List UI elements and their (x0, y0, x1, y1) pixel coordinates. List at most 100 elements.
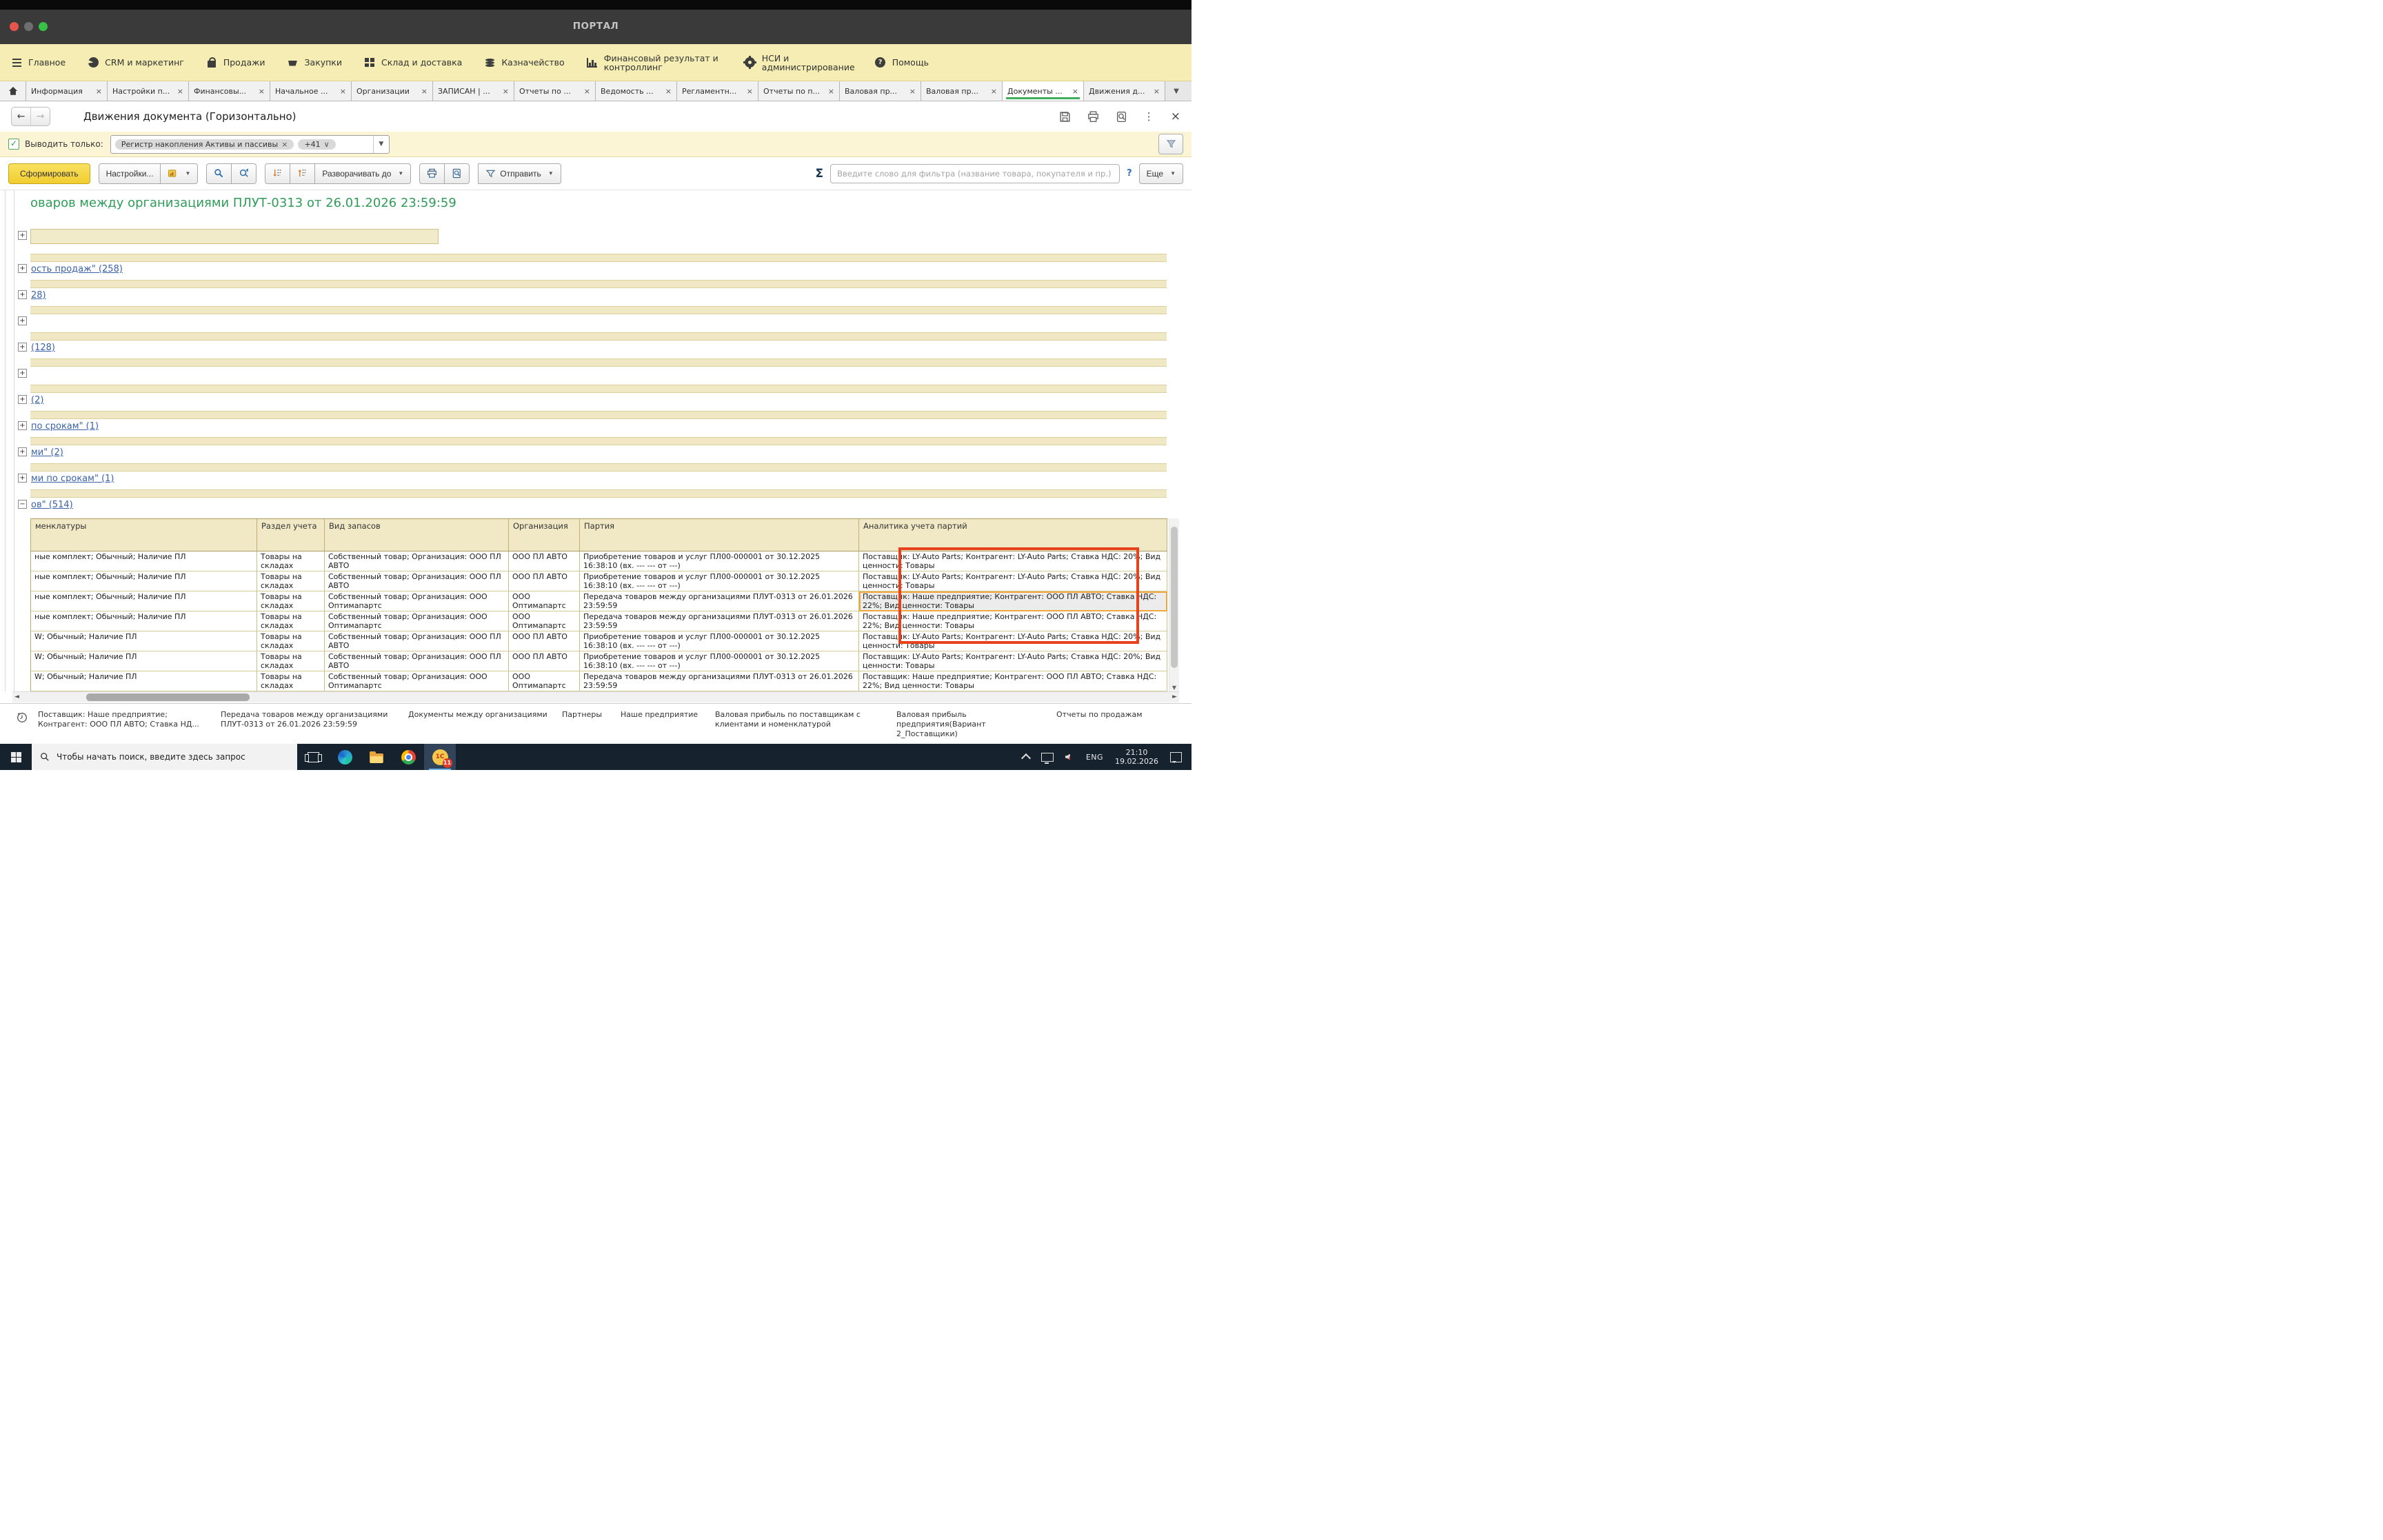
collapse-groups-button[interactable] (265, 163, 290, 184)
table-row[interactable]: ные комплект; Обычный; Наличие ПЛТовары … (31, 591, 1167, 611)
scroll-down-icon[interactable]: ▼ (1169, 685, 1179, 691)
print-preview-icon[interactable] (1116, 111, 1127, 123)
scroll-left-icon[interactable]: ◄ (14, 693, 19, 700)
menu-item-8[interactable]: НСИ и администрирование (745, 54, 853, 72)
tab-6[interactable]: ЗАПИСАН | ...× (433, 81, 514, 101)
tab-close-icon[interactable]: × (665, 87, 672, 96)
tab-3[interactable]: Финансовы...× (189, 81, 270, 101)
quick-filter-input[interactable]: Введите слово для фильтра (название това… (830, 164, 1120, 183)
table-row[interactable]: W; Обычный; Наличие ПЛТовары на складахС… (31, 651, 1167, 671)
tab-close-icon[interactable]: × (177, 87, 183, 96)
tree-link[interactable]: (128) (31, 343, 55, 353)
tab-1[interactable]: Информация× (26, 81, 108, 101)
more-registers-chevron-icon[interactable]: ∨ (324, 140, 330, 149)
back-button[interactable]: ← (12, 108, 31, 125)
tree-expander[interactable]: + (18, 290, 27, 299)
tab-2[interactable]: Настройки п...× (108, 81, 189, 101)
print-icon[interactable] (1087, 111, 1099, 123)
tree-link[interactable]: (2) (31, 395, 43, 405)
history-item[interactable]: Наше предприятие (621, 710, 703, 720)
help-button[interactable]: ? (1127, 168, 1132, 179)
chrome-button[interactable] (392, 744, 424, 770)
tab-9[interactable]: Регламентн...× (677, 81, 758, 101)
register-chip-close-icon[interactable]: × (281, 140, 288, 149)
tree-expander[interactable]: + (18, 421, 27, 430)
tree-expander[interactable]: + (18, 395, 27, 404)
tree-expander[interactable]: + (18, 474, 27, 483)
table-row[interactable]: W; Обычный; Наличие ПЛТовары на складахС… (31, 671, 1167, 691)
task-view-button[interactable] (297, 744, 329, 770)
settings-button[interactable]: Настройки... (99, 163, 161, 184)
tab-13[interactable]: Документы ...× (1003, 81, 1084, 101)
menu-item-4[interactable]: Закупки (288, 57, 342, 68)
tab-12[interactable]: Валовая пр...× (921, 81, 1003, 101)
close-form-icon[interactable]: × (1171, 111, 1180, 123)
menu-item-9[interactable]: ?Помощь (875, 57, 929, 68)
menu-item-3[interactable]: Продажи (206, 57, 265, 68)
tab-14[interactable]: Движения д...× (1084, 81, 1165, 101)
autosum-button[interactable]: Σ (815, 167, 823, 181)
tab-close-icon[interactable]: × (747, 87, 753, 96)
tray-clock[interactable]: 21:10 19.02.2026 (1115, 748, 1158, 766)
tray-expand-icon[interactable] (1021, 753, 1031, 763)
more-menu-icon[interactable]: ⋮ (1144, 110, 1154, 123)
expand-groups-button[interactable] (290, 163, 315, 184)
more-actions-button[interactable]: Еще▼ (1139, 163, 1183, 184)
table-row[interactable]: ные комплект; Обычный; Наличие ПЛТовары … (31, 571, 1167, 591)
history-item[interactable]: Валовая прибыль по поставщикам с клиента… (715, 710, 881, 729)
report-variants-button[interactable]: ▼ (160, 163, 198, 184)
tab-4[interactable]: Начальное ...× (270, 81, 352, 101)
tab-close-icon[interactable]: × (991, 87, 997, 96)
tree-link[interactable]: ми по срокам" (1) (31, 474, 114, 484)
history-item[interactable]: Партнеры (562, 710, 614, 720)
tab-close-icon[interactable]: × (259, 87, 265, 96)
tree-expander[interactable]: + (18, 316, 27, 325)
tab-5[interactable]: Организации× (352, 81, 433, 101)
action-center-icon[interactable] (1170, 752, 1182, 762)
history-item[interactable]: Передача товаров между организациями ПЛУ… (221, 710, 393, 729)
tab-home[interactable] (0, 81, 26, 101)
tab-close-icon[interactable]: × (1072, 87, 1078, 96)
scroll-right-icon[interactable]: ► (1172, 693, 1177, 700)
network-icon[interactable] (1041, 753, 1054, 762)
language-indicator[interactable]: ENG (1086, 753, 1103, 762)
register-chip[interactable]: Регистр накопления Активы и пассивы × (115, 139, 294, 150)
tree-link[interactable]: ов" (514) (31, 500, 73, 510)
onec-app-button[interactable]: 1С 11 (424, 744, 456, 770)
tab-8[interactable]: Ведомость ...× (596, 81, 677, 101)
forward-button[interactable]: → (31, 108, 50, 125)
vertical-scrollbar-thumb[interactable] (1171, 527, 1178, 668)
tab-close-icon[interactable]: × (909, 87, 916, 96)
taskbar-search[interactable]: Чтобы начать поиск, введите здесь запрос (32, 744, 297, 770)
menu-item-6[interactable]: Казначейство (484, 57, 564, 68)
tab-10[interactable]: Отчеты по п...× (758, 81, 840, 101)
tree-expander[interactable]: + (18, 264, 27, 273)
tree-link[interactable]: ми" (2) (31, 447, 63, 458)
expand-to-button[interactable]: Разворачивать до▼ (314, 163, 411, 184)
vertical-scrollbar[interactable]: ▼ (1169, 518, 1179, 691)
tree-link[interactable]: ость продаж" (258) (31, 264, 123, 274)
edge-button[interactable] (329, 744, 361, 770)
table-row[interactable]: W; Обычный; Наличие ПЛТовары на складахС… (31, 631, 1167, 651)
tabs-overflow-button[interactable]: ▼ (1165, 81, 1187, 101)
tab-close-icon[interactable]: × (828, 87, 834, 96)
start-button[interactable] (0, 744, 32, 770)
menu-item-2[interactable]: CRM и маркетинг (88, 57, 184, 68)
preview-button[interactable] (444, 163, 470, 184)
horizontal-scrollbar-thumb[interactable] (86, 693, 250, 701)
tab-close-icon[interactable]: × (584, 87, 590, 96)
find-button[interactable] (206, 163, 232, 184)
tab-close-icon[interactable]: × (1154, 87, 1160, 96)
menu-item-5[interactable]: Склад и доставка (364, 57, 462, 68)
tree-expander[interactable]: + (18, 343, 27, 352)
file-explorer-button[interactable] (361, 744, 392, 770)
tree-link[interactable]: по срокам" (1) (31, 421, 99, 432)
combo-dropdown-icon[interactable]: ▼ (373, 136, 389, 153)
tree-expander[interactable]: − (18, 500, 27, 509)
history-item[interactable]: Документы между организациями (408, 710, 550, 720)
tab-close-icon[interactable]: × (96, 87, 102, 96)
save-icon[interactable] (1059, 111, 1071, 123)
print-button[interactable] (419, 163, 445, 184)
table-row[interactable]: ные комплект; Обычный; Наличие ПЛТовары … (31, 611, 1167, 631)
tree-expander[interactable]: + (18, 369, 27, 378)
